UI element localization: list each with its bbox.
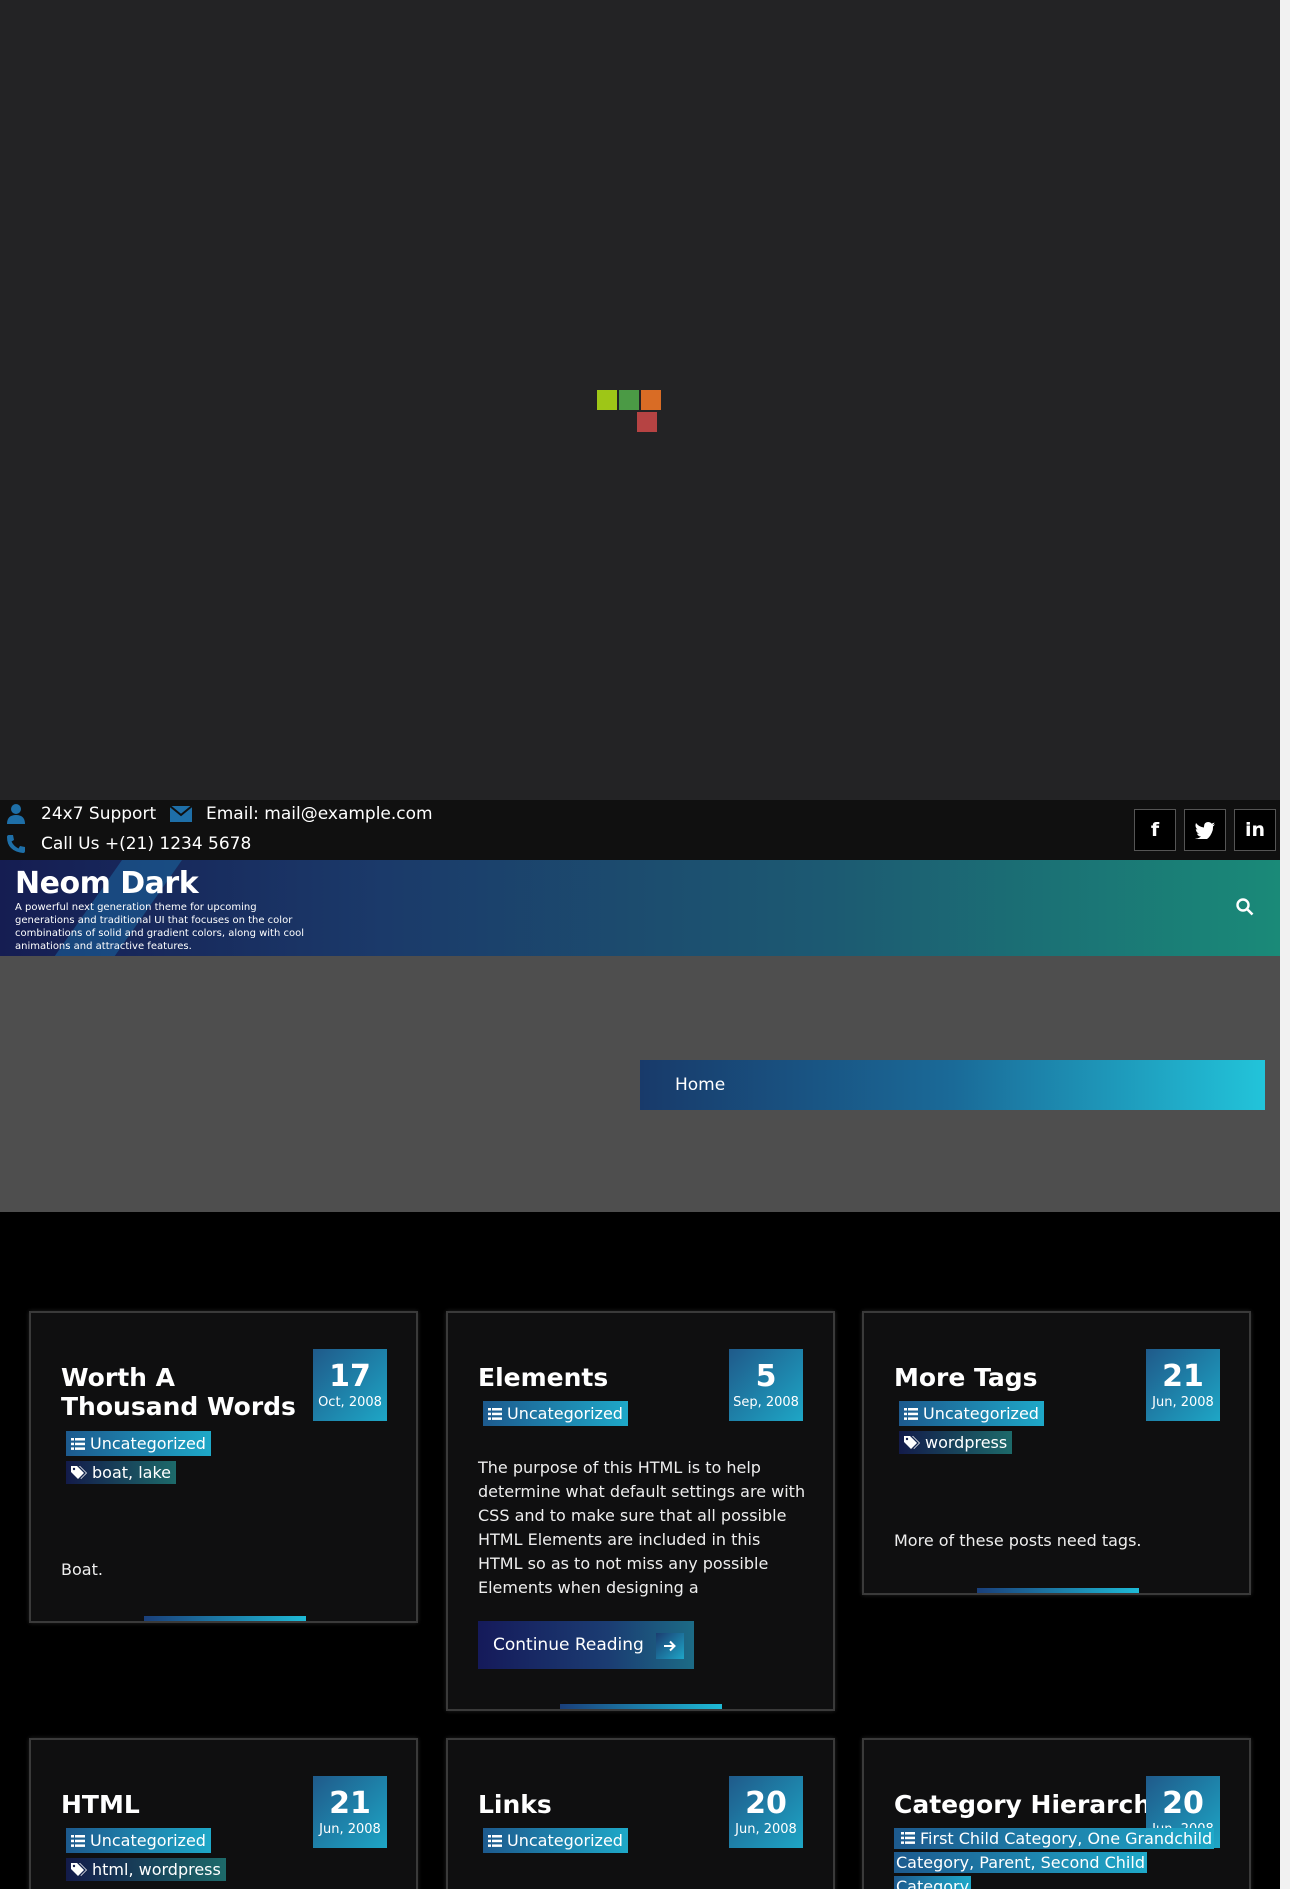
post-title[interactable]: Links xyxy=(478,1790,718,1819)
twitter-icon[interactable] xyxy=(1184,809,1226,851)
list-icon xyxy=(71,1437,85,1450)
loader-square-3 xyxy=(641,390,661,410)
post-card: Worth A Thousand Words 17 Oct, 2008 Unca… xyxy=(29,1311,418,1623)
date-month-year: Jun, 2008 xyxy=(735,1821,797,1837)
post-title[interactable]: Elements xyxy=(478,1363,718,1392)
post-category[interactable]: Uncategorized xyxy=(483,1401,628,1426)
loader-square-1 xyxy=(597,390,617,410)
post-date: 21 Jun, 2008 xyxy=(313,1776,387,1848)
post-date: 20 Jun, 2008 xyxy=(729,1776,803,1848)
card-accent-bar xyxy=(560,1704,722,1709)
post-card: Links 20 Jun, 2008 Uncategorized xyxy=(446,1738,835,1889)
list-icon xyxy=(901,1832,915,1844)
post-card: Elements 5 Sep, 2008 Uncategorized The p… xyxy=(446,1311,835,1711)
post-card: HTML 21 Jun, 2008 Uncategorized html, wo… xyxy=(29,1738,418,1889)
page-scrollbar[interactable] xyxy=(1280,0,1290,1889)
tags-icon xyxy=(71,1465,87,1480)
user-icon xyxy=(5,804,27,824)
loader-square-4 xyxy=(637,412,657,432)
list-icon xyxy=(904,1407,918,1420)
preloader-overlay xyxy=(0,0,1280,800)
continue-reading-button[interactable]: Continue Reading xyxy=(478,1621,694,1669)
phone-info[interactable]: Call Us +(21) 1234 5678 xyxy=(5,834,251,854)
social-links: f in xyxy=(1134,809,1276,851)
list-icon xyxy=(71,1834,85,1847)
category-label[interactable]: Uncategorized xyxy=(923,1404,1039,1423)
post-date: 17 Oct, 2008 xyxy=(313,1349,387,1421)
post-card: Category Hierarchy 20 Jun, 2008 First Ch… xyxy=(862,1738,1251,1889)
email-info[interactable]: Email: mail@example.com xyxy=(170,804,433,824)
post-title[interactable]: HTML xyxy=(61,1790,301,1819)
support-info: 24x7 Support xyxy=(5,804,156,824)
post-title[interactable]: Worth A Thousand Words xyxy=(61,1363,301,1421)
linkedin-icon[interactable]: in xyxy=(1234,809,1276,851)
post-title[interactable]: More Tags xyxy=(894,1363,1134,1392)
post-date: 5 Sep, 2008 xyxy=(729,1349,803,1421)
envelope-icon xyxy=(170,804,192,824)
post-title[interactable]: Category Hierarchy xyxy=(894,1790,1167,1819)
search-icon[interactable] xyxy=(1236,898,1256,918)
phone-text[interactable]: Call Us +(21) 1234 5678 xyxy=(41,834,251,854)
page-banner: Home xyxy=(0,956,1280,1212)
date-day: 5 xyxy=(755,1358,777,1394)
arrow-right-icon xyxy=(656,1633,684,1659)
tags-icon xyxy=(904,1435,920,1450)
post-category[interactable]: Uncategorized xyxy=(483,1828,628,1853)
support-text: 24x7 Support xyxy=(41,804,157,824)
loader-square-2 xyxy=(619,390,639,410)
category-label[interactable]: Uncategorized xyxy=(507,1831,623,1850)
post-excerpt: The purpose of this HTML is to help dete… xyxy=(478,1458,806,1597)
post-tags[interactable]: boat, lake xyxy=(66,1461,176,1484)
post-excerpt: More of these posts need tags. xyxy=(894,1531,1142,1550)
post-excerpt: Boat. xyxy=(61,1560,103,1579)
site-title[interactable]: Neom Dark xyxy=(15,866,199,901)
post-category[interactable]: First Child Category, One Grandchild Cat… xyxy=(894,1827,1215,1889)
category-label[interactable]: Uncategorized xyxy=(90,1831,206,1850)
list-icon xyxy=(488,1407,502,1420)
card-accent-bar xyxy=(977,1588,1139,1593)
breadcrumb: Home xyxy=(640,1060,1265,1110)
date-month-year: Sep, 2008 xyxy=(733,1394,799,1410)
post-tags[interactable]: wordpress xyxy=(899,1431,1013,1454)
tags-label[interactable]: boat, lake xyxy=(92,1463,171,1482)
date-month-year: Jun, 2008 xyxy=(1152,1394,1214,1410)
facebook-icon[interactable]: f xyxy=(1134,809,1176,851)
phone-icon xyxy=(5,834,27,854)
post-category[interactable]: Uncategorized xyxy=(66,1431,211,1456)
tags-label[interactable]: wordpress xyxy=(925,1433,1007,1452)
date-day: 21 xyxy=(1162,1358,1204,1394)
post-category[interactable]: Uncategorized xyxy=(899,1401,1044,1426)
breadcrumb-home[interactable]: Home xyxy=(675,1075,725,1095)
post-category[interactable]: Uncategorized xyxy=(66,1828,211,1853)
tags-label[interactable]: html, wordpress xyxy=(92,1860,221,1879)
date-day: 21 xyxy=(329,1785,371,1821)
date-day: 20 xyxy=(745,1785,787,1821)
site-header: Neom Dark A powerful next generation the… xyxy=(0,860,1280,956)
date-day: 20 xyxy=(1162,1785,1204,1821)
category-label[interactable]: Uncategorized xyxy=(90,1434,206,1453)
date-month-year: Oct, 2008 xyxy=(318,1394,382,1410)
site-tagline: A powerful next generation theme for upc… xyxy=(15,902,305,952)
date-month-year: Jun, 2008 xyxy=(319,1821,381,1837)
post-tags[interactable]: html, wordpress xyxy=(66,1858,226,1881)
continue-reading-label[interactable]: Continue Reading xyxy=(493,1635,644,1655)
email-text[interactable]: Email: mail@example.com xyxy=(206,804,433,824)
card-accent-bar xyxy=(144,1616,306,1621)
category-label[interactable]: First Child Category, One Grandchild Cat… xyxy=(896,1829,1212,1889)
post-date: 21 Jun, 2008 xyxy=(1146,1349,1220,1421)
category-label[interactable]: Uncategorized xyxy=(507,1404,623,1423)
post-card: More Tags 21 Jun, 2008 Uncategorized wor… xyxy=(862,1311,1251,1595)
list-icon xyxy=(488,1834,502,1847)
date-day: 17 xyxy=(329,1358,371,1394)
tags-icon xyxy=(71,1862,87,1877)
